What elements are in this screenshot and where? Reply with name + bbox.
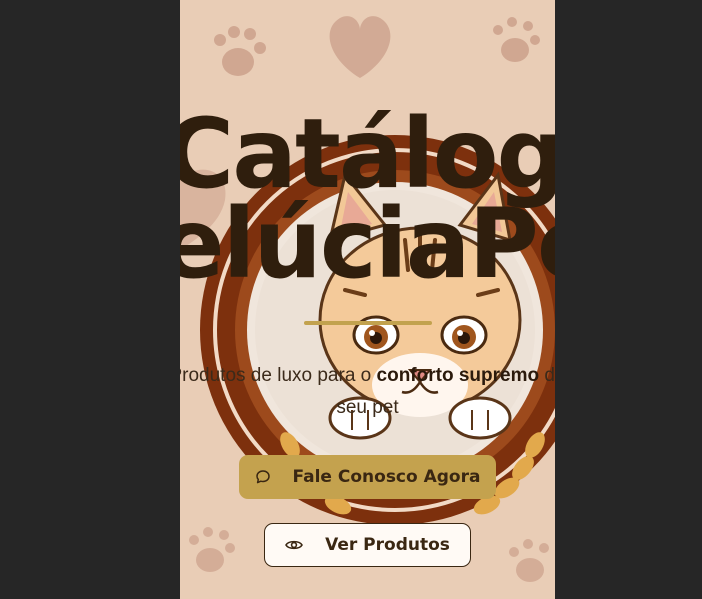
tagline-text: Produtos de luxo para o (180, 365, 377, 386)
heart-icon (329, 16, 391, 78)
view-products-button[interactable]: Ver Produtos (264, 523, 471, 567)
hero-panel: Catálogo PelúciaPet Produtos de luxo par… (180, 0, 555, 599)
contact-button-label: Fale Conosco Agora (292, 467, 481, 487)
view-products-label: Ver Produtos (325, 535, 450, 555)
contact-button[interactable]: Fale Conosco Agora (239, 455, 496, 499)
tagline-emphasis: conforto supremo (376, 365, 540, 386)
paw-print-icon (189, 527, 235, 572)
paw-print-icon (509, 539, 549, 582)
chat-bubble-icon (255, 470, 270, 484)
eye-icon (285, 540, 304, 550)
title-divider (304, 321, 432, 325)
hero-tagline: Produtos de luxo para o conforto supremo… (180, 360, 555, 424)
page-title-line-2: PelúciaPet (180, 188, 555, 300)
paw-print-icon (214, 26, 266, 76)
paw-print-icon (493, 17, 540, 62)
